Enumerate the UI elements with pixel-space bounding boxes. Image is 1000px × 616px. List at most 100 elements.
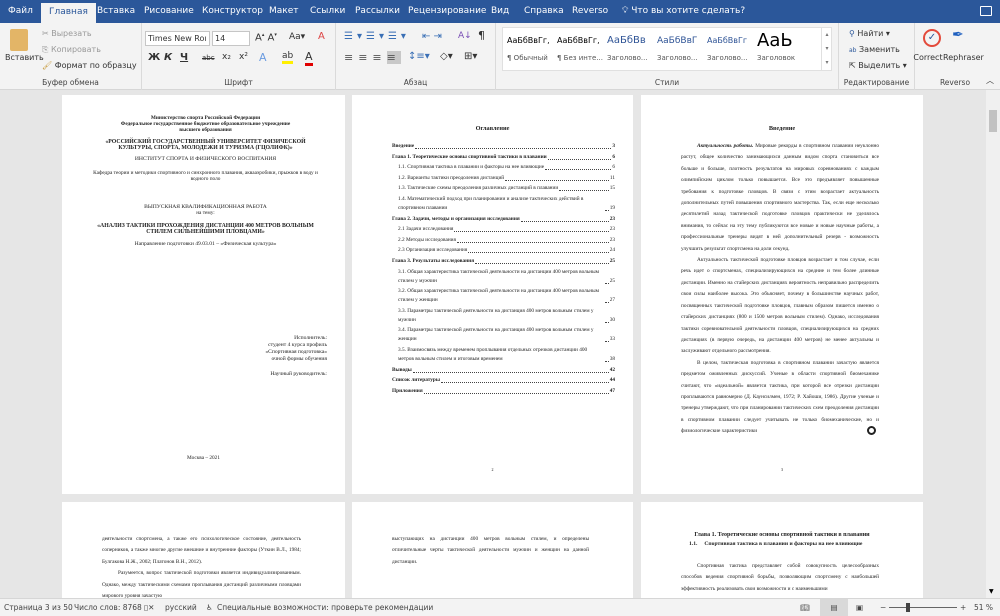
format-painter-button[interactable]: 🖌︎ Формат по образцу — [42, 61, 137, 70]
toc-entry-page: 6 — [612, 153, 615, 160]
tab-layout[interactable]: Макет — [261, 0, 307, 23]
tab-view[interactable]: Вид — [483, 0, 517, 23]
borders-icon[interactable]: ⊞▾ — [464, 51, 477, 62]
shading-icon[interactable]: ◇▾ — [440, 51, 453, 62]
toc-entry[interactable]: 3.3. Параметры тактической деятельности … — [392, 307, 615, 325]
ribbon: Вставить ✂ Вырезать ⎘ Копировать 🖌︎ Форм… — [0, 23, 1000, 90]
replace-label: Заменить — [859, 45, 900, 54]
font-name-select[interactable]: Times New Roı — [145, 31, 210, 46]
toc-leader — [415, 148, 612, 149]
zoom-slider-thumb[interactable] — [906, 603, 911, 612]
style-normal[interactable]: АаБбВвГг, ¶ Обычный — [503, 28, 553, 72]
style-heading-1[interactable]: АаБбВв Заголово... — [603, 28, 653, 72]
zoom-slider[interactable] — [889, 607, 957, 608]
print-layout-icon[interactable]: ▤ — [820, 599, 848, 616]
tab-home[interactable]: Главная — [41, 3, 96, 23]
style-no-spacing[interactable]: АаБбВвГг, ¶ Без инте... — [553, 28, 603, 72]
web-layout-icon[interactable]: ▣ — [856, 599, 863, 616]
show-marks-icon[interactable]: ¶ — [478, 29, 485, 42]
tab-design[interactable]: Конструктор — [194, 0, 271, 23]
language[interactable]: русский — [165, 599, 197, 616]
toc-entry[interactable]: 3.5. Взаимосвязь между временем проплыва… — [392, 346, 615, 364]
subscript-button[interactable]: x₂ — [222, 52, 231, 62]
toc-entry[interactable]: Глава 1. Теоретические основы спортивной… — [392, 153, 615, 162]
tab-file[interactable]: Файл — [0, 0, 41, 23]
change-case-icon[interactable]: Aa▾ — [289, 32, 305, 42]
toc-entry[interactable]: Выводы 42 — [392, 366, 615, 375]
proofing-icon[interactable]: ▯✕ — [144, 599, 154, 616]
executor-line: «Спортивная подготовка» — [265, 349, 327, 355]
style-title[interactable]: АаЬ Заголовок — [753, 28, 803, 72]
group-label-editing: Редактирование — [843, 78, 910, 87]
toc-entry[interactable]: 1.1. Спортивная тактика в плавании и фак… — [392, 163, 615, 172]
tab-reverso[interactable]: Reverso — [564, 0, 616, 23]
accessibility-status[interactable]: Специальные возможности: проверьте реком… — [217, 599, 433, 616]
toc-entry[interactable]: Глава 2. Задачи, методы и организация ис… — [392, 215, 615, 224]
toc-entry[interactable]: Приложения 47 — [392, 387, 615, 396]
vertical-scrollbar[interactable]: ▼ — [986, 90, 1000, 598]
zoom-level[interactable]: 51 % — [974, 599, 993, 616]
rephraser-button[interactable]: Rephraser — [943, 53, 984, 62]
style-name: Заголово... — [607, 54, 648, 62]
document-canvas[interactable]: Министерство спорта Российской Федерации… — [0, 90, 986, 598]
toc-entry[interactable]: 2.1 Задачи исследования 23 — [392, 225, 615, 234]
toc-entry[interactable]: Введение 3 — [392, 142, 615, 151]
style-preview: АаБбВв — [607, 35, 646, 46]
highlight-icon[interactable]: ab — [282, 51, 294, 64]
toc-entry-title: Глава 2. Задачи, методы и организация ис… — [392, 215, 520, 222]
paste-button[interactable]: Вставить — [5, 53, 44, 62]
copy-label: Копировать — [50, 45, 101, 54]
line-spacing-icon[interactable]: ↕≡▾ — [408, 51, 430, 62]
search-icon: ⚲ — [849, 29, 855, 38]
font-color-icon[interactable]: A — [305, 50, 313, 66]
superscript-button[interactable]: x² — [239, 52, 248, 62]
toc-entry[interactable]: 1.4. Математический подход при планирова… — [392, 195, 615, 213]
clear-formatting-icon[interactable]: A — [318, 31, 325, 42]
indent-icons[interactable]: ⇤ ⇥ — [422, 31, 442, 42]
align-icons[interactable]: ≡≡≡≡ — [344, 51, 401, 64]
tab-review[interactable]: Рецензирование — [400, 0, 494, 23]
strikethrough-button[interactable]: abc — [202, 54, 215, 62]
toc-entry[interactable]: 1.2. Варианты тактики преодоления дистан… — [392, 174, 615, 183]
list-icons[interactable]: ☰▾☰▾☰▾ — [344, 31, 410, 42]
find-button[interactable]: ⚲ Найти ▾ — [849, 29, 890, 38]
scrollbar-thumb[interactable] — [989, 110, 997, 132]
tell-me-search[interactable]: 💡︎ Что вы хотите сделать? — [622, 0, 745, 23]
bold-button[interactable]: Ж — [148, 52, 160, 63]
toc-entry-page: 42 — [609, 366, 615, 373]
toc-entry[interactable]: 2.2 Методы исследования 23 — [392, 236, 615, 245]
word-count[interactable]: Число слов: 8768 — [74, 599, 142, 616]
select-button[interactable]: ⇱ Выделить ▾ — [849, 61, 907, 70]
toc-entry[interactable]: 1.3. Тактические схемы преодоления разли… — [392, 184, 615, 193]
comments-icon[interactable] — [980, 6, 992, 16]
copy-button[interactable]: ⎘ Копировать — [42, 45, 101, 55]
zoom-out-button[interactable]: − — [880, 599, 886, 616]
toc-entry[interactable]: 3.1. Общая характеристика тактической де… — [392, 268, 615, 286]
toc-entry[interactable]: Глава 3. Результаты исследования 25 — [392, 257, 615, 266]
tab-references[interactable]: Ссылки — [302, 0, 353, 23]
page-count[interactable]: Страница 3 из 50 — [4, 599, 73, 616]
italic-button[interactable]: К — [164, 52, 172, 63]
grow-font-icon[interactable]: A▴ A▾ — [255, 32, 277, 43]
scroll-down-arrow[interactable]: ▼ — [989, 588, 994, 595]
zoom-in-button[interactable]: + — [960, 599, 966, 616]
styles-scroll[interactable]: ▴ ▾ ▾ — [821, 28, 832, 70]
style-heading-3[interactable]: АаБбВвГг Заголово... — [703, 28, 753, 72]
toc-entry[interactable]: 2.3 Организация исследования 24 — [392, 246, 615, 255]
cut-button[interactable]: ✂ Вырезать — [42, 29, 92, 38]
replace-button[interactable]: ab Заменить — [849, 45, 900, 54]
tab-mailings[interactable]: Рассылки — [347, 0, 408, 23]
sort-icon[interactable]: A↓ — [458, 31, 472, 41]
toc-entry[interactable]: Список литературы 44 — [392, 376, 615, 385]
collapse-ribbon-icon[interactable]: ︿ — [986, 75, 994, 86]
text-effects-icon[interactable]: A — [259, 51, 267, 64]
font-size-select[interactable]: 14 — [212, 31, 250, 46]
tab-draw[interactable]: Рисование — [136, 0, 202, 23]
executor-block: Исполнитель: студент 4 курса профиль «Сп… — [265, 335, 327, 378]
toc-leader — [604, 321, 609, 323]
underline-button[interactable]: Ч — [180, 52, 188, 63]
toc-entry[interactable]: 3.4. Параметры тактической деятельности … — [392, 326, 615, 344]
toc-entry[interactable]: 3.2. Общая характеристика тактической де… — [392, 287, 615, 305]
read-mode-icon[interactable]: 📖︎ — [800, 599, 810, 616]
style-heading-2[interactable]: АаБбВвГ Заголово... — [653, 28, 703, 72]
